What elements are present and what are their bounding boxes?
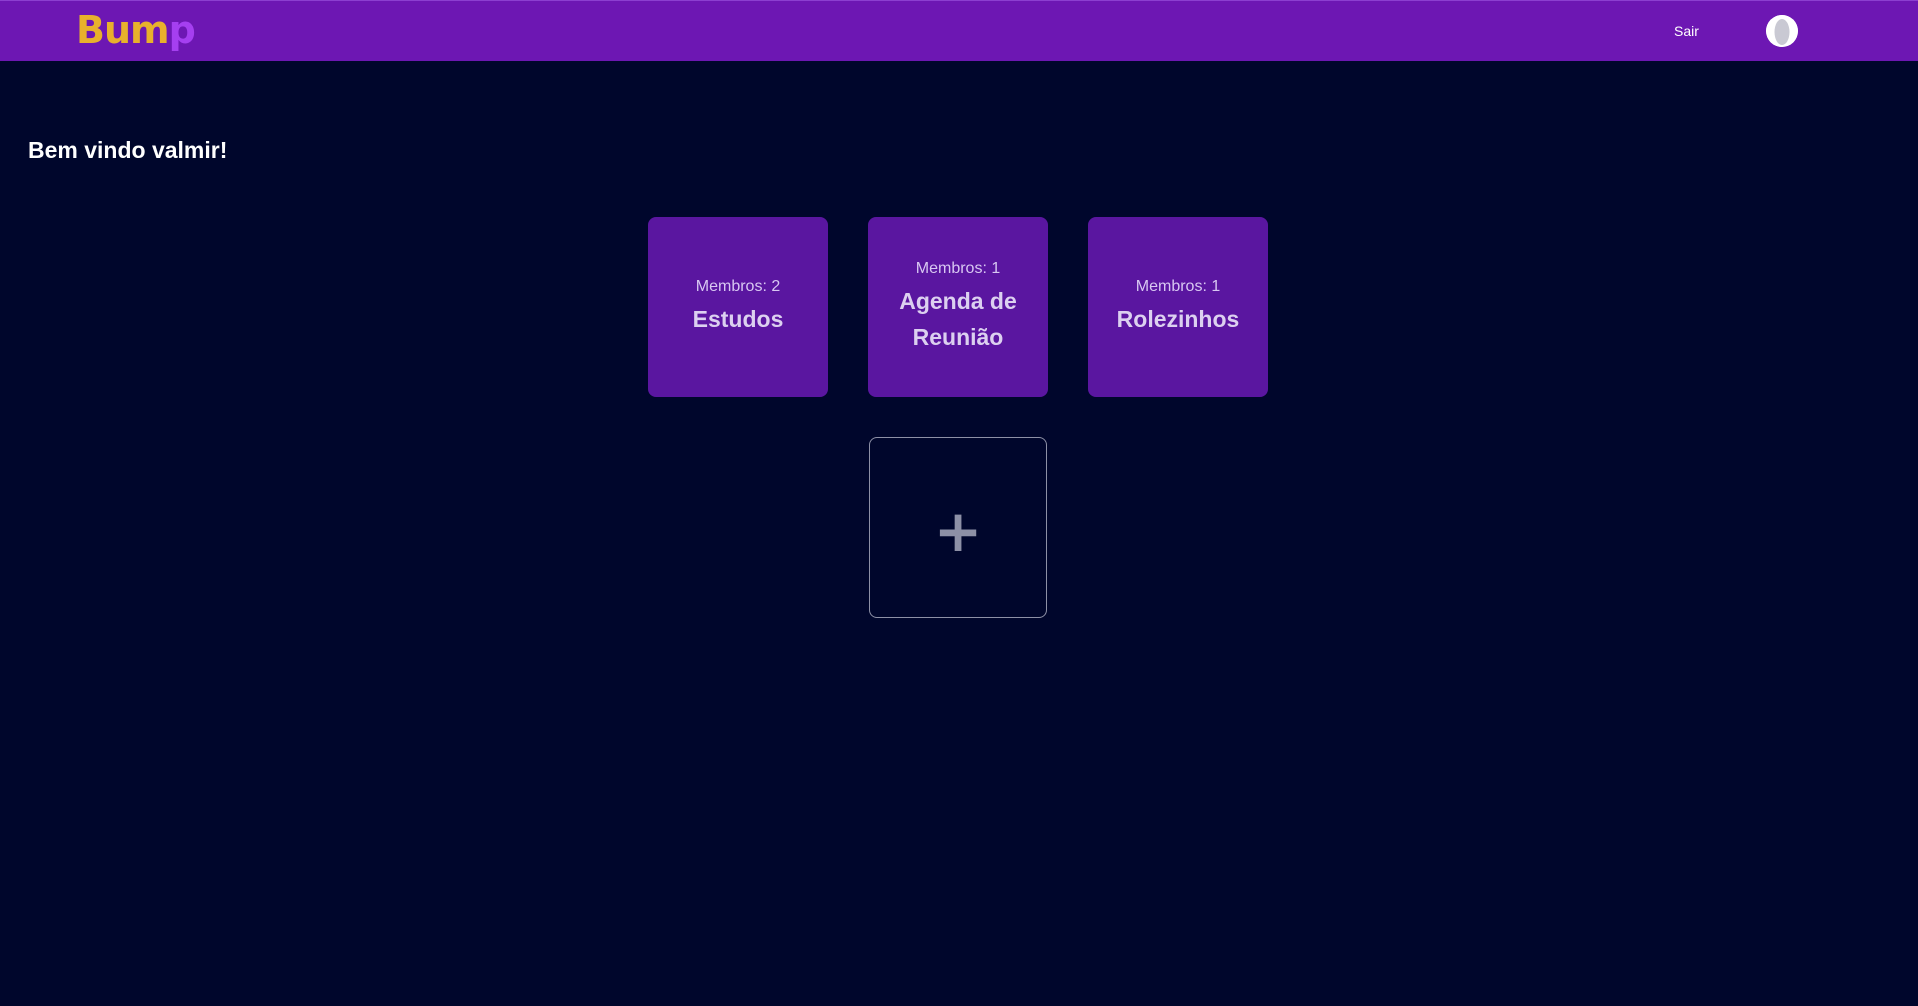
logo-text-accent: p xyxy=(168,8,196,52)
welcome-heading: Bem vindo valmir! xyxy=(28,137,228,163)
group-members-count: Membros: 1 xyxy=(1135,278,1221,295)
group-card-estudos[interactable]: Membros: 2 Estudos xyxy=(648,217,828,397)
top-navbar: Bump Sair xyxy=(0,0,1918,61)
plus-icon: + xyxy=(933,496,983,565)
group-name: Rolezinhos xyxy=(1116,306,1240,332)
logo-text-primary: Bum xyxy=(76,8,170,52)
user-avatar-icon[interactable] xyxy=(1766,15,1798,47)
add-group-button[interactable]: + xyxy=(869,437,1047,618)
group-members-count: Membros: 1 xyxy=(915,260,1001,277)
group-card-agenda-de-reuniao[interactable]: Membros: 1 Agenda de Reunião xyxy=(868,217,1048,397)
group-name: Estudos xyxy=(692,306,784,332)
group-card-rolezinhos[interactable]: Membros: 1 Rolezinhos xyxy=(1088,217,1268,397)
group-name: Agenda de Reunião xyxy=(899,288,1017,350)
group-members-count: Membros: 2 xyxy=(695,278,781,295)
logo[interactable]: Bump xyxy=(76,5,196,55)
avatar-silhouette-icon xyxy=(1766,15,1798,47)
logout-link[interactable]: Sair xyxy=(1674,21,1699,41)
